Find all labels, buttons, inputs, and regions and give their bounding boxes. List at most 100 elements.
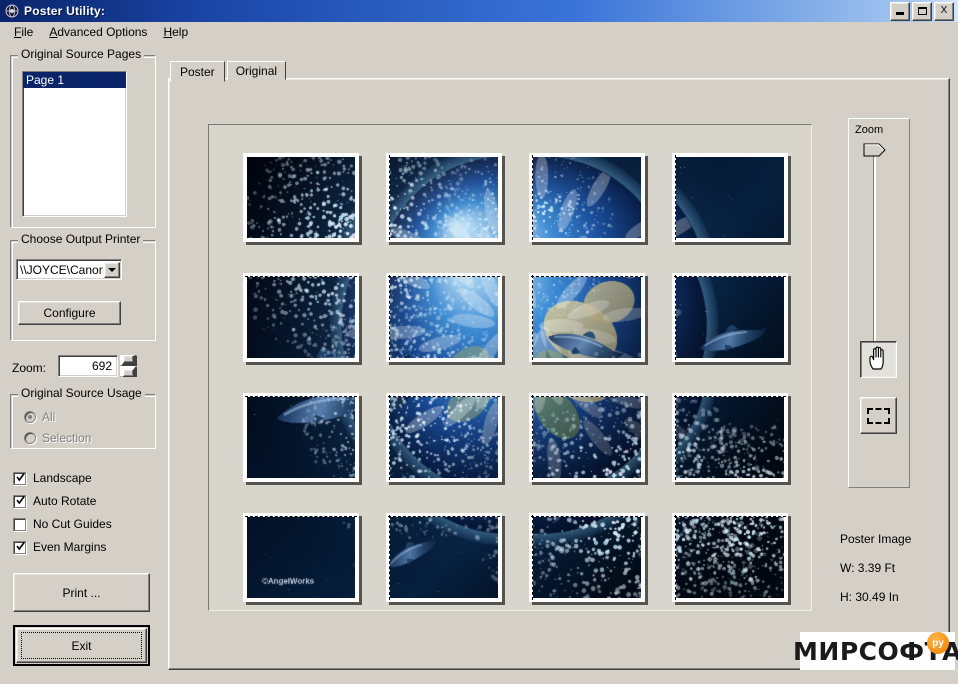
poster-tile-image xyxy=(247,517,355,598)
zoom-tool-panel: Zoom Draft xyxy=(848,118,910,488)
poster-tile[interactable] xyxy=(243,393,359,482)
poster-tile[interactable] xyxy=(243,513,359,602)
cut-guide-top xyxy=(531,396,643,397)
checkbox-even-margins-label: Even Margins xyxy=(33,540,107,554)
checkbox-even-margins[interactable]: Even Margins xyxy=(13,540,106,554)
poster-tile-image xyxy=(676,157,784,238)
printer-combo[interactable]: \\JOYCE\Canon iP xyxy=(16,259,122,280)
poster-tile-image xyxy=(390,157,498,238)
tab-poster[interactable]: Poster xyxy=(170,61,225,82)
poster-tile-image xyxy=(247,277,355,358)
zoom-input[interactable]: 692 xyxy=(58,355,118,377)
output-printer-title: Choose Output Printer xyxy=(18,233,144,246)
checkbox-no-cut-guides-label: No Cut Guides xyxy=(33,517,112,531)
poster-tile[interactable] xyxy=(243,153,359,242)
poster-tile-image xyxy=(676,277,784,358)
tab-original[interactable]: Original xyxy=(226,61,287,80)
watermark-badge: ру xyxy=(927,632,949,654)
poster-tile[interactable] xyxy=(386,153,502,242)
tab-poster-label: Poster xyxy=(180,64,215,79)
cut-guide-top xyxy=(674,516,786,517)
poster-tile[interactable] xyxy=(529,513,645,602)
hand-tool-button[interactable] xyxy=(860,341,897,378)
close-icon: X xyxy=(940,5,948,16)
cut-guide-top xyxy=(245,516,357,517)
cut-guide-left xyxy=(675,155,676,240)
cut-guide-left xyxy=(675,395,676,480)
poster-tile[interactable] xyxy=(386,513,502,602)
checkbox-auto-rotate-label: Auto Rotate xyxy=(33,494,97,508)
configure-button[interactable]: Configure xyxy=(18,301,121,325)
check-icon xyxy=(16,541,25,552)
chevron-down-icon[interactable] xyxy=(104,261,120,278)
checkbox-auto-rotate-box xyxy=(13,494,26,508)
menu-bar: File Advanced Options Help xyxy=(0,22,958,41)
poster-tile[interactable] xyxy=(386,393,502,482)
menu-help[interactable]: Help xyxy=(155,23,196,41)
zoom-slider-thumb[interactable] xyxy=(863,143,887,157)
cut-guide-left xyxy=(532,275,533,360)
cut-guide-top xyxy=(388,276,500,277)
poster-tile-image xyxy=(676,397,784,478)
exit-button[interactable]: Exit xyxy=(13,625,150,666)
poster-tile[interactable] xyxy=(386,273,502,362)
maximize-button[interactable] xyxy=(912,1,932,21)
cut-guide-top xyxy=(674,276,786,277)
zoom-stepper[interactable] xyxy=(120,355,137,377)
cut-guide-top xyxy=(531,276,643,277)
source-pages-title: Original Source Pages xyxy=(18,48,145,61)
menu-file[interactable]: File xyxy=(6,23,41,41)
cut-guide-left xyxy=(389,515,390,600)
print-button[interactable]: Print ... xyxy=(13,573,150,612)
checkbox-landscape[interactable]: Landscape xyxy=(13,471,92,485)
site-watermark: МИРСОФТА ру xyxy=(793,632,958,670)
radio-all[interactable]: All xyxy=(24,410,55,424)
title-bar: Poster Utility: X xyxy=(0,0,958,22)
zoom-slider-track[interactable] xyxy=(873,155,876,348)
window-title: Poster Utility: xyxy=(24,4,106,18)
checkbox-no-cut-guides[interactable]: No Cut Guides xyxy=(13,517,112,531)
checkbox-auto-rotate[interactable]: Auto Rotate xyxy=(13,494,96,508)
zoom-stepper-down[interactable] xyxy=(120,366,137,377)
poster-tile[interactable] xyxy=(243,273,359,362)
poster-tile[interactable] xyxy=(672,393,788,482)
close-button[interactable]: X xyxy=(934,1,954,21)
zoom-stepper-up[interactable] xyxy=(120,355,137,366)
minimize-button[interactable] xyxy=(890,1,910,21)
poster-tile-image xyxy=(533,397,641,478)
poster-tile-image xyxy=(533,277,641,358)
check-icon xyxy=(16,495,25,506)
tab-strip: Poster Original xyxy=(170,60,288,82)
marquee-tool-button[interactable] xyxy=(860,397,897,434)
poster-tile-image xyxy=(247,157,355,238)
cut-guide-top xyxy=(388,396,500,397)
poster-tile[interactable] xyxy=(672,273,788,362)
poster-tile[interactable] xyxy=(529,273,645,362)
poster-tile-image xyxy=(533,157,641,238)
poster-tile[interactable] xyxy=(672,513,788,602)
cut-guide-left xyxy=(675,515,676,600)
radio-selection[interactable]: Selection xyxy=(24,431,91,445)
poster-tile-image xyxy=(390,277,498,358)
menu-advanced-options[interactable]: Advanced Options xyxy=(41,23,155,41)
poster-tile[interactable] xyxy=(529,153,645,242)
zoom-label: Zoom: xyxy=(12,361,47,375)
poster-tile[interactable] xyxy=(529,393,645,482)
cut-guide-top xyxy=(245,276,357,277)
checkbox-landscape-box xyxy=(13,471,26,485)
list-item-page-1[interactable]: Page 1 xyxy=(23,72,126,88)
cut-guide-left xyxy=(389,395,390,480)
poster-tile-image xyxy=(247,397,355,478)
cut-guide-left xyxy=(675,275,676,360)
cut-guide-top xyxy=(245,396,357,397)
cut-guide-left xyxy=(532,395,533,480)
poster-tile[interactable] xyxy=(672,153,788,242)
menu-help-label: elp xyxy=(172,24,189,39)
checkbox-no-cut-guides-box xyxy=(13,517,26,531)
menu-advanced-options-label: dvanced Options xyxy=(57,24,148,39)
poster-info-heading: Poster Image xyxy=(840,532,912,546)
poster-preview-canvas[interactable] xyxy=(208,124,812,611)
hand-icon xyxy=(867,345,891,374)
poster-tile-image xyxy=(390,397,498,478)
source-pages-list[interactable]: Page 1 xyxy=(22,71,127,217)
